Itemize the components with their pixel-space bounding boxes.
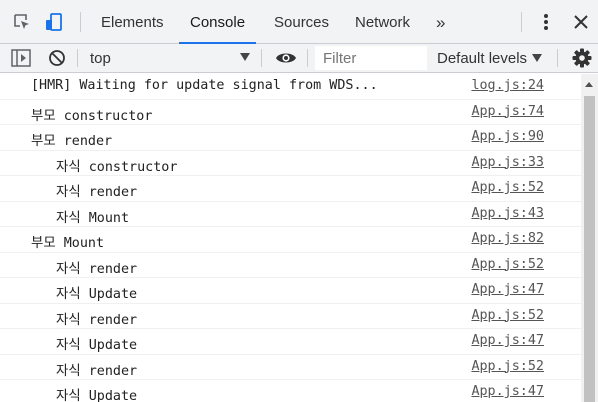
console-message: 자식 Update App.js:47: [0, 278, 581, 304]
console-messages: [HMR] Waiting for update signal from WDS…: [0, 74, 581, 402]
message-text: 자식 render: [56, 312, 138, 328]
scrollbar[interactable]: [581, 74, 598, 402]
message-text: 자식 Mount: [56, 210, 130, 226]
tab-console[interactable]: Console: [178, 0, 257, 44]
tabbar-divider: [521, 12, 522, 32]
more-tabs-button[interactable]: »: [436, 0, 445, 44]
source-link[interactable]: log.js:24: [471, 78, 544, 93]
console-toolbar: top Default levels: [0, 44, 598, 73]
tab-elements[interactable]: Elements: [101, 0, 164, 44]
toolbar-divider: [557, 49, 558, 67]
console-message: 부모 render App.js:90: [0, 125, 581, 151]
context-selector[interactable]: top: [90, 44, 111, 72]
message-text: 자식 render: [56, 363, 138, 379]
console-message: 자식 render App.js:52: [0, 253, 581, 278]
console-message: 부모 Mount App.js:82: [0, 227, 581, 253]
more-options-icon[interactable]: [534, 10, 558, 34]
device-toolbar-icon[interactable]: [42, 10, 66, 34]
scroll-up-arrow-icon[interactable]: [585, 82, 593, 87]
tab-sources[interactable]: Sources: [274, 0, 329, 44]
toolbar-divider: [77, 49, 78, 67]
tabbar-divider: [80, 12, 81, 32]
source-link[interactable]: App.js:47: [471, 333, 544, 348]
source-link[interactable]: App.js:74: [471, 104, 544, 119]
console-message: 자식 render App.js:52: [0, 355, 581, 380]
log-levels-dropdown[interactable]: Default levels: [437, 44, 527, 72]
console-message: 자식 Update App.js:47: [0, 380, 581, 402]
clear-console-icon[interactable]: [45, 46, 69, 70]
console-message: [HMR] Waiting for update signal from WDS…: [0, 74, 581, 100]
console-message: 자식 constructor App.js:33: [0, 151, 581, 176]
filter-input[interactable]: [315, 46, 427, 70]
message-text: [HMR] Waiting for update signal from WDS…: [31, 78, 378, 93]
source-link[interactable]: App.js:52: [471, 359, 544, 374]
gear-icon[interactable]: [570, 46, 594, 70]
devtools-tabbar: Elements Console Sources Network »: [0, 0, 598, 44]
source-link[interactable]: App.js:52: [471, 180, 544, 195]
message-text: 자식 render: [56, 261, 138, 277]
scrollbar-thumb[interactable]: [584, 96, 595, 402]
console-message: 자식 Update App.js:47: [0, 329, 581, 355]
source-link[interactable]: App.js:43: [471, 206, 544, 221]
tab-network[interactable]: Network: [355, 0, 410, 44]
sidebar-toggle-icon[interactable]: [9, 46, 33, 70]
live-expression-eye-icon[interactable]: [274, 46, 298, 70]
message-text: 자식 Update: [56, 338, 138, 353]
toolbar-divider: [261, 49, 262, 67]
source-link[interactable]: App.js:47: [471, 384, 544, 399]
console-message: 부모 constructor App.js:74: [0, 100, 581, 125]
source-link[interactable]: App.js:33: [471, 155, 544, 170]
message-text: 자식 Update: [56, 287, 138, 302]
source-link[interactable]: App.js:90: [471, 129, 544, 144]
message-text: 자식 Update: [56, 389, 138, 402]
console-message: 자식 render App.js:52: [0, 176, 581, 202]
source-link[interactable]: App.js:47: [471, 282, 544, 297]
message-text: 자식 constructor: [56, 159, 178, 175]
message-text: 부모 Mount: [31, 236, 105, 251]
source-link[interactable]: App.js:82: [471, 231, 544, 246]
message-text: 부모 render: [31, 134, 113, 149]
close-icon[interactable]: [569, 10, 593, 34]
console-message: 자식 Mount App.js:43: [0, 202, 581, 227]
chevron-down-icon[interactable]: [532, 54, 542, 62]
console-message: 자식 render App.js:52: [0, 304, 581, 329]
message-text: 자식 render: [56, 185, 138, 200]
source-link[interactable]: App.js:52: [471, 308, 544, 323]
chevron-down-icon[interactable]: [240, 53, 250, 61]
inspect-element-icon[interactable]: [10, 10, 34, 34]
toolbar-divider: [307, 49, 308, 67]
message-text: 부모 constructor: [31, 108, 153, 124]
source-link[interactable]: App.js:52: [471, 257, 544, 272]
